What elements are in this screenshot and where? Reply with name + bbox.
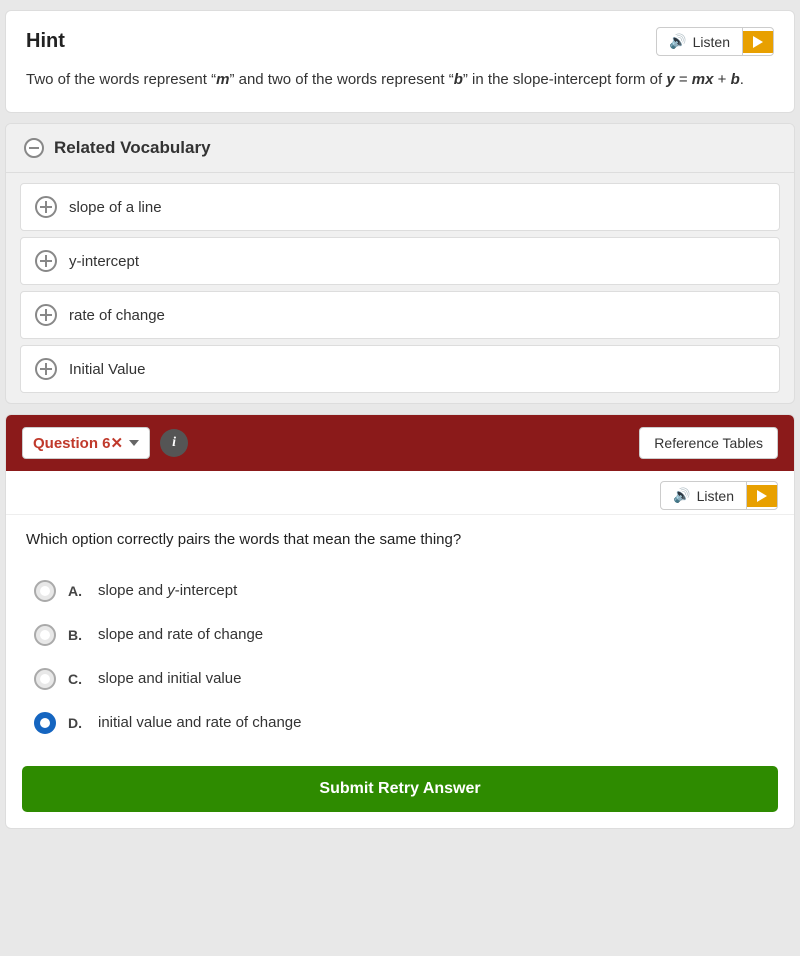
question-text: Which option correctly pairs the words t… [26,529,774,552]
vocab-item-label: y-intercept [69,253,139,270]
expand-vocab-icon [35,304,57,326]
option-b[interactable]: B. slope and rate of change [26,614,774,656]
option-d-letter: D. [68,715,86,731]
question-badge[interactable]: Question 6✕ [22,427,150,459]
plus-cross-icon [40,201,52,213]
play-triangle-icon [757,490,767,502]
play-triangle-icon [753,36,763,48]
radio-a[interactable] [34,580,56,602]
radio-inner-a [40,586,50,596]
plus-cross-icon [40,255,52,267]
vocab-item-label: slope of a line [69,199,162,216]
option-a[interactable]: A. slope and y-intercept [26,570,774,612]
plus-cross-icon [40,363,52,375]
radio-b[interactable] [34,624,56,646]
page-wrapper: Hint 🔊 Listen Two of the words represent… [5,10,795,829]
option-c-letter: C. [68,671,86,687]
question-header: Question 6✕ i Reference Tables [6,415,794,471]
hint-card: Hint 🔊 Listen Two of the words represent… [5,10,795,113]
question-header-left: Question 6✕ i [22,427,188,459]
plus-cross-icon [40,309,52,321]
hint-text: Two of the words represent “m” and two o… [26,68,774,92]
listen-button-text: 🔊 Listen [657,28,743,55]
vocab-item-slope-of-a-line[interactable]: slope of a line [20,183,780,231]
question-listen-play-button[interactable] [747,485,777,507]
reference-tables-button[interactable]: Reference Tables [639,427,778,459]
expand-vocab-icon [35,250,57,272]
radio-inner-c [40,674,50,684]
question-section: Question 6✕ i Reference Tables 🔊 Listen [5,414,795,829]
minus-line-icon [29,147,39,149]
speaker-icon: 🔊 [673,487,690,504]
collapse-vocab-button[interactable] [24,138,44,158]
listen-play-button[interactable] [743,31,773,53]
vocab-item-label: rate of change [69,307,165,324]
listen-button[interactable]: 🔊 Listen [656,27,774,56]
option-d[interactable]: D. initial value and rate of change [26,702,774,744]
question-body: Which option correctly pairs the words t… [6,515,794,758]
radio-c[interactable] [34,668,56,690]
vocab-list: slope of a line y-intercept rate of chan… [6,173,794,403]
vocab-title: Related Vocabulary [54,138,211,158]
submit-retry-button[interactable]: Submit Retry Answer [22,766,778,812]
info-icon[interactable]: i [160,429,188,457]
option-d-text: initial value and rate of change [98,714,301,731]
question-badge-text: Question 6✕ [33,434,123,452]
speaker-icon: 🔊 [669,33,686,50]
question-listen-button-text: 🔊 Listen [661,482,747,509]
option-b-text: slope and rate of change [98,626,263,643]
expand-vocab-icon [35,196,57,218]
radio-inner-d [40,718,50,728]
option-b-letter: B. [68,627,86,643]
vocab-section: Related Vocabulary slope of a line y-int… [5,123,795,404]
option-a-letter: A. [68,583,86,599]
option-c-text: slope and initial value [98,670,241,687]
radio-inner-b [40,630,50,640]
hint-title: Hint [26,30,65,53]
info-i-icon: i [172,435,176,451]
expand-vocab-icon [35,358,57,380]
vocab-header: Related Vocabulary [6,124,794,173]
chevron-down-icon [129,440,139,446]
vocab-item-initial-value[interactable]: Initial Value [20,345,780,393]
vocab-item-label: Initial Value [69,361,145,378]
question-listen-bar: 🔊 Listen [6,471,794,515]
radio-d[interactable] [34,712,56,734]
vocab-item-y-intercept[interactable]: y-intercept [20,237,780,285]
options-list: A. slope and y-intercept B. slope and ra… [26,570,774,744]
hint-header: Hint 🔊 Listen [26,27,774,56]
vocab-item-rate-of-change[interactable]: rate of change [20,291,780,339]
option-a-text: slope and y-intercept [98,582,237,599]
option-c[interactable]: C. slope and initial value [26,658,774,700]
question-listen-button[interactable]: 🔊 Listen [660,481,778,510]
